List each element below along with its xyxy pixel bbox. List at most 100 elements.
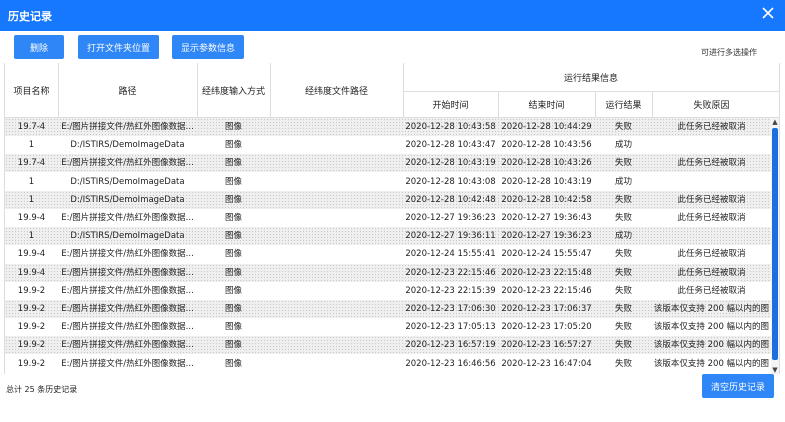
cell-start-time: 2020-12-23 17:06:30 — [405, 304, 496, 314]
header-result[interactable]: 运行结果 — [595, 91, 652, 118]
header-result-group: 运行结果信息 — [563, 73, 618, 84]
cell-start-time: 2020-12-28 10:42:48 — [405, 194, 496, 205]
header-latlon-input[interactable]: 经纬度输入方式 — [197, 63, 270, 118]
close-icon[interactable] — [760, 5, 776, 21]
cell-latlon-file — [270, 209, 403, 227]
cell-path: E:/图片拼接文件/热红外图像数据... — [61, 322, 194, 333]
header-latlon-file[interactable]: 经纬度文件路径 — [270, 63, 403, 118]
cell-failure-reason — [652, 227, 771, 245]
cell-start-time: 2020-12-27 19:36:11 — [405, 231, 496, 242]
cell-project-name: 1 — [28, 231, 35, 242]
cell-result: 失败 — [614, 358, 632, 369]
cell-path: E:/图片拼接文件/热红外图像数据... — [61, 358, 194, 369]
table-row[interactable]: 19.9-2 E:/图片拼接文件/热红外图像数据... 图像 2020-12-23 1… — [5, 355, 771, 373]
cell-failure-reason: 该版本仅支持 200 幅以内的图 — [653, 358, 770, 369]
cell-result: 成功 — [614, 231, 632, 242]
history-table: 项目名称 路径 经纬度输入方式 经纬度文件路径 运行结果信息 开始时间 结束时间… — [4, 63, 780, 374]
cell-latlon-input: 图像 — [224, 285, 242, 296]
table-row[interactable]: 1 D:/ISTIRS/DemoImageData 图像 2020-12-28 10:… — [5, 173, 771, 191]
cell-failure-reason: 此任务已经被取消 — [677, 122, 746, 132]
cell-latlon-file — [270, 154, 403, 172]
clear-history-button[interactable]: 清空历史记录 — [702, 374, 774, 398]
cell-result: 失败 — [614, 285, 632, 296]
header-start-time[interactable]: 开始时间 — [403, 91, 498, 118]
cell-latlon-input: 图像 — [224, 249, 242, 260]
cell-start-time: 2020-12-23 16:57:19 — [405, 340, 496, 351]
cell-latlon-file — [270, 245, 403, 263]
open-folder-button[interactable]: 打开文件夹位置 — [78, 35, 159, 59]
cell-start-time: 2020-12-28 10:43:19 — [405, 158, 496, 169]
cell-end-time: 2020-12-23 17:06:37 — [501, 304, 592, 314]
table-row[interactable]: 1 D:/ISTIRS/DemoImageData 图像 2020-12-27 19:… — [5, 227, 771, 246]
cell-path: E:/图片拼接文件/热红外图像数据... — [61, 158, 194, 169]
cell-project-name: 19.9-2 — [17, 340, 46, 351]
table-row[interactable]: 19.9-4 E:/图片拼接文件/热红外图像数据... 图像 2020-12-24 1… — [5, 245, 771, 263]
cell-result: 失败 — [614, 304, 632, 314]
table-row[interactable]: 19.9-2 E:/图片拼接文件/热红外图像数据... 图像 2020-12-23 1… — [5, 336, 771, 355]
table-row[interactable]: 19.7-4 E:/图片拼接文件/热红外图像数据... 图像 2020-12-28 1… — [5, 118, 771, 136]
scrollbar-thumb[interactable] — [772, 128, 778, 360]
cell-path: E:/图片拼接文件/热红外图像数据... — [61, 122, 194, 132]
table-header: 项目名称 路径 经纬度输入方式 经纬度文件路径 运行结果信息 开始时间 结束时间… — [5, 63, 779, 118]
header-failure-reason[interactable]: 失败原因 — [652, 91, 771, 118]
cell-failure-reason — [652, 136, 771, 154]
cell-result: 失败 — [614, 122, 632, 132]
cell-project-name: 19.7-4 — [17, 158, 46, 169]
cell-end-time: 2020-12-23 16:57:27 — [501, 340, 592, 351]
table-row[interactable]: 19.9-4 E:/图片拼接文件/热红外图像数据... 图像 2020-12-27 1… — [5, 209, 771, 227]
table-row[interactable]: 1 D:/ISTIRS/DemoImageData 图像 2020-12-28 10:… — [5, 136, 771, 154]
header-path[interactable]: 路径 — [58, 63, 197, 118]
cell-result: 成功 — [614, 176, 632, 187]
delete-button[interactable]: 删除 — [14, 35, 64, 59]
table-row[interactable]: 19.7-4 E:/图片拼接文件/热红外图像数据... 图像 2020-12-28 1… — [5, 154, 771, 173]
cell-latlon-file — [270, 355, 403, 373]
cell-result: 失败 — [614, 340, 632, 351]
table-row[interactable]: 19.9-2 E:/图片拼接文件/热红外图像数据... 图像 2020-12-23 1… — [5, 300, 771, 318]
cell-path: D:/ISTIRS/DemoImageData — [70, 194, 185, 205]
cell-path: E:/图片拼接文件/热红外图像数据... — [61, 213, 194, 223]
title-bar: 历史记录 — [0, 0, 785, 31]
cell-failure-reason: 该版本仅支持 200 幅以内的图 — [653, 304, 770, 314]
window-title: 历史记录 — [8, 10, 52, 23]
cell-start-time: 2020-12-23 22:15:39 — [405, 285, 496, 296]
header-end-time[interactable]: 结束时间 — [498, 91, 595, 118]
cell-latlon-input: 图像 — [224, 122, 242, 132]
cell-result: 失败 — [614, 194, 632, 205]
scroll-down-icon[interactable]: ▼ — [771, 366, 779, 374]
header-project-name[interactable]: 项目名称 — [5, 63, 58, 118]
cell-project-name: 19.9-2 — [17, 358, 46, 369]
cell-project-name: 19.9-4 — [17, 267, 46, 278]
vertical-scrollbar[interactable]: ▲ ▼ — [771, 118, 779, 374]
cell-result: 失败 — [614, 158, 632, 169]
table-row[interactable]: 1 D:/ISTIRS/DemoImageData 图像 2020-12-28 10:… — [5, 190, 771, 209]
cell-failure-reason: 该版本仅支持 200 幅以内的图 — [653, 340, 770, 351]
cell-failure-reason: 此任务已经被取消 — [677, 158, 746, 169]
cell-latlon-file — [270, 173, 403, 191]
table-row[interactable]: 19.9-2 E:/图片拼接文件/热红外图像数据... 图像 2020-12-23 1… — [5, 318, 771, 336]
cell-latlon-file — [270, 336, 403, 354]
cell-start-time: 2020-12-23 16:46:56 — [405, 358, 496, 369]
scroll-up-icon[interactable]: ▲ — [771, 118, 779, 126]
multi-select-hint: 可进行多选操作 — [701, 48, 757, 57]
cell-failure-reason: 此任务已经被取消 — [677, 267, 746, 278]
show-params-button[interactable]: 显示参数信息 — [172, 35, 244, 59]
table-row[interactable]: 19.9-2 E:/图片拼接文件/热红外图像数据... 图像 2020-12-23 2… — [5, 282, 771, 300]
cell-project-name: 19.9-2 — [17, 285, 46, 296]
cell-path: D:/ISTIRS/DemoImageData — [70, 231, 185, 242]
cell-path: D:/ISTIRS/DemoImageData — [70, 176, 185, 187]
cell-end-time: 2020-12-23 16:47:04 — [501, 358, 592, 369]
cell-path: D:/ISTIRS/DemoImageData — [70, 140, 185, 151]
cell-latlon-input: 图像 — [224, 267, 242, 278]
footer: 总计 25 条历史记录 清空历史记录 — [0, 374, 785, 422]
table-row[interactable]: 19.9-4 E:/图片拼接文件/热红外图像数据... 图像 2020-12-23 2… — [5, 263, 771, 282]
cell-end-time: 2020-12-28 10:43:56 — [501, 140, 592, 151]
cell-latlon-file — [270, 282, 403, 300]
cell-end-time: 2020-12-24 15:55:47 — [501, 249, 592, 260]
cell-latlon-input: 图像 — [224, 176, 242, 187]
cell-start-time: 2020-12-24 15:55:41 — [405, 249, 496, 260]
cell-path: E:/图片拼接文件/热红外图像数据... — [61, 340, 194, 351]
cell-project-name: 1 — [28, 140, 35, 151]
cell-latlon-file — [270, 300, 403, 318]
cell-end-time: 2020-12-28 10:43:26 — [501, 158, 592, 169]
cell-result: 失败 — [614, 322, 632, 333]
